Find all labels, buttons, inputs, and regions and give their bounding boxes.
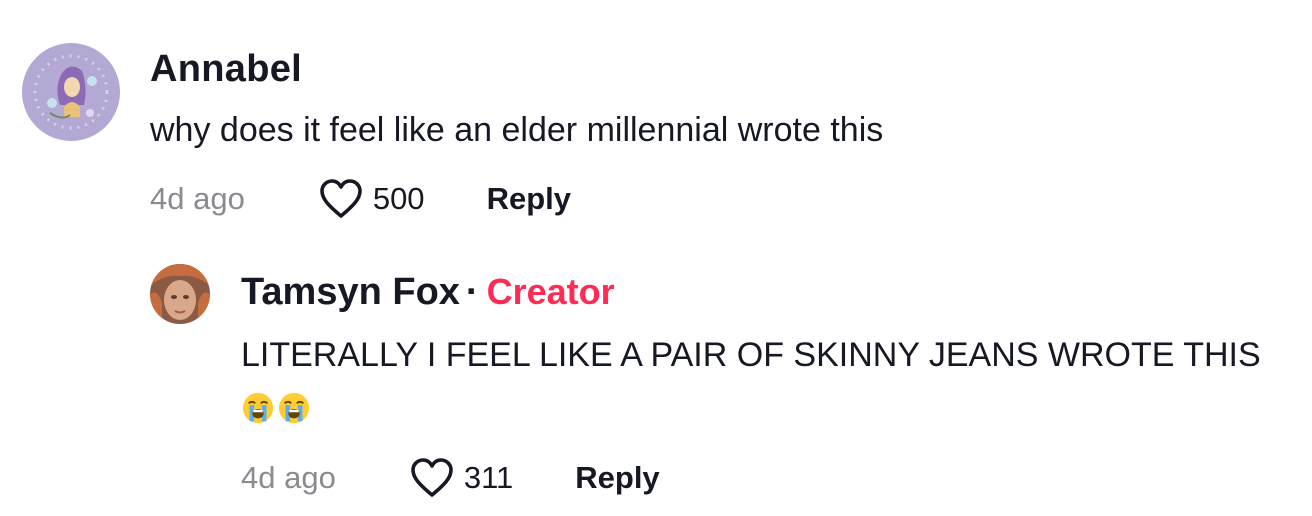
- reply-text-block: LITERALLY I FEEL LIKE A PAIR OF SKINNY J…: [241, 328, 1271, 436]
- like-button[interactable]: 500: [319, 179, 425, 219]
- avatar-image: [150, 264, 210, 324]
- reply-button[interactable]: Reply: [575, 460, 659, 496]
- comment-item: Annabel why does it feel like an elder m…: [0, 0, 1312, 240]
- like-button[interactable]: 311: [410, 458, 513, 498]
- comment-actions: 4d ago 500 Reply: [150, 178, 571, 220]
- reply-item: Tamsyn Fox · Creator LITERALLY I FEEL LIKE…: [0, 240, 1312, 516]
- creator-badge: Creator: [486, 271, 615, 312]
- heart-outline-icon: [320, 179, 362, 218]
- reply-button[interactable]: Reply: [487, 181, 571, 217]
- reply-text: LITERALLY I FEEL LIKE A PAIR OF SKINNY J…: [241, 336, 1261, 374]
- avatar-image: [22, 43, 120, 141]
- comment-timestamp: 4d ago: [150, 181, 245, 216]
- loudly-crying-face-icon: [278, 392, 310, 424]
- like-count: 500: [372, 181, 425, 216]
- comment-text: why does it feel like an elder millennia…: [150, 111, 884, 149]
- comment-author[interactable]: Annabel: [150, 48, 302, 91]
- avatar[interactable]: [22, 43, 120, 141]
- loudly-crying-face-icon: [242, 392, 274, 424]
- reply-actions: 4d ago 311 Reply: [241, 457, 660, 499]
- separator-dot: ·: [465, 271, 479, 313]
- heart-outline-icon: [411, 458, 453, 497]
- avatar[interactable]: [150, 264, 210, 324]
- like-count: 311: [463, 460, 514, 495]
- reply-timestamp: 4d ago: [241, 460, 336, 495]
- reply-author[interactable]: Tamsyn Fox: [241, 271, 460, 313]
- reply-header: Tamsyn Fox · Creator: [241, 271, 615, 314]
